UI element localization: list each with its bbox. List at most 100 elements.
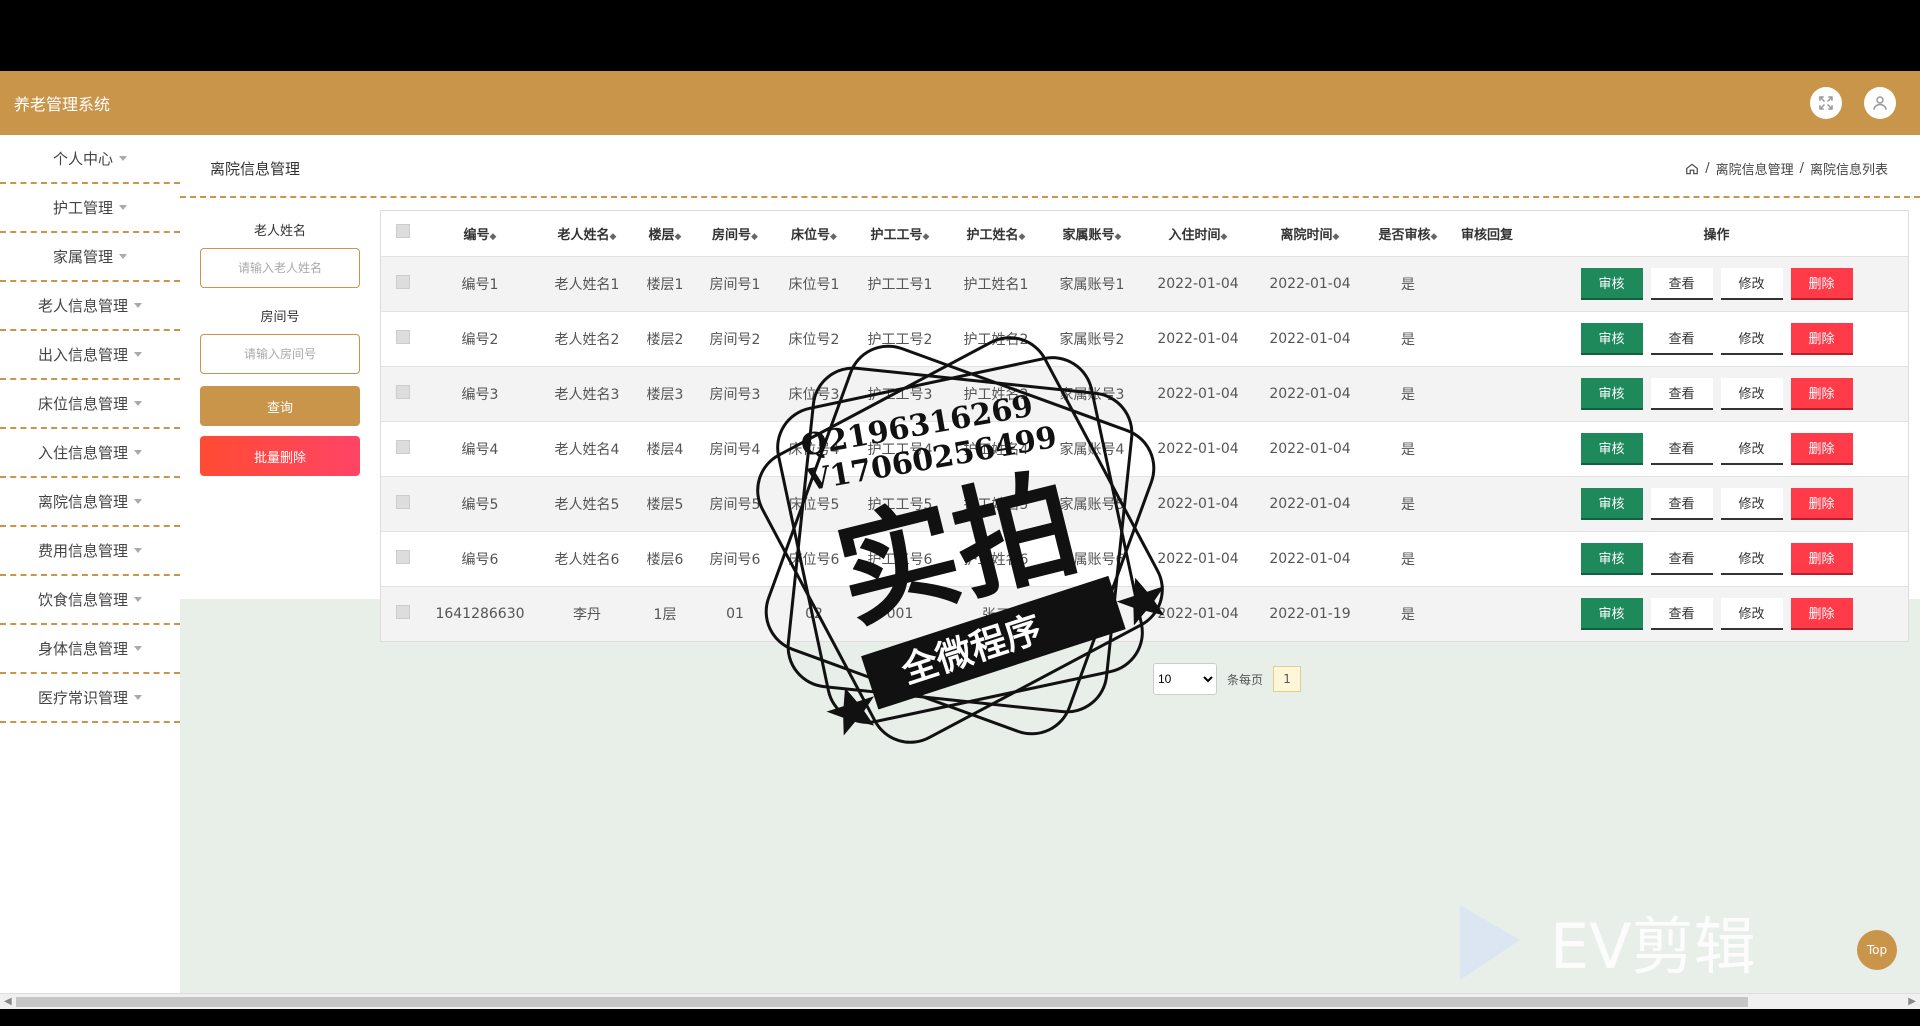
col-header[interactable]: 护工姓名◆ [951, 211, 1041, 256]
search-button[interactable]: 查询 [200, 386, 360, 426]
col-header[interactable]: 房间号◆ [691, 211, 779, 256]
edit-button[interactable]: 修改 [1720, 377, 1783, 410]
fullscreen-button[interactable] [1810, 87, 1842, 119]
view-button[interactable]: 查看 [1650, 487, 1713, 520]
delete-button[interactable]: 删除 [1790, 267, 1853, 300]
sort-icon: ◆ [1332, 231, 1340, 242]
batch-delete-button[interactable]: 批量删除 [200, 436, 360, 476]
pagination: 10 条每页 1 [1153, 663, 1302, 695]
delete-button[interactable]: 删除 [1790, 432, 1853, 465]
delete-button[interactable]: 删除 [1790, 597, 1853, 630]
app-title: 养老管理系统 [14, 95, 111, 114]
top-black-bar [0, 0, 1920, 68]
audit-button[interactable]: 审核 [1580, 432, 1643, 465]
row-checkbox[interactable] [396, 439, 410, 454]
back-to-top-button[interactable]: Top [1857, 930, 1897, 970]
room-input[interactable] [200, 334, 360, 374]
user-button[interactable] [1864, 87, 1896, 119]
scroll-left-icon[interactable]: ◀ [4, 996, 12, 1007]
table-row: 编号2 老人姓名2 楼层2 房间号2 床位号2 护工工号2 护工姓名2 家属账号2 2022-0… [381, 310, 1908, 366]
sort-icon: ◆ [489, 231, 497, 242]
col-header: 审核回复 [1449, 211, 1525, 256]
view-button[interactable]: 查看 [1650, 542, 1713, 575]
delete-button[interactable]: 删除 [1790, 322, 1853, 355]
scroll-right-icon[interactable]: ▶ [1908, 996, 1916, 1007]
caret-down-icon [134, 548, 142, 553]
page-size-select[interactable]: 10 [1153, 663, 1217, 695]
audit-button[interactable]: 审核 [1580, 322, 1643, 355]
sidebar-item-personal-center[interactable]: 个人中心 [0, 135, 180, 184]
sidebar: 个人中心 护工管理 家属管理 老人信息管理 出入信息管理 床位信息管理 入住信息… [0, 135, 180, 723]
audit-button[interactable]: 审核 [1580, 267, 1643, 300]
edit-button[interactable]: 修改 [1720, 432, 1783, 465]
table-row: 编号5 老人姓名5 楼层5 房间号5 床位号5 护工工号5 护工姓名5 家属账号5 2022-0… [381, 475, 1908, 531]
row-checkbox[interactable] [396, 274, 410, 289]
row-checkbox[interactable] [396, 604, 410, 619]
select-all-checkbox[interactable] [396, 224, 410, 239]
sort-icon: ◆ [1018, 231, 1026, 242]
edit-button[interactable]: 修改 [1720, 597, 1783, 630]
delete-button[interactable]: 删除 [1790, 542, 1853, 575]
view-button[interactable]: 查看 [1650, 432, 1713, 465]
col-header[interactable]: 编号◆ [425, 211, 535, 256]
scrollbar-thumb[interactable] [16, 997, 1748, 1007]
sidebar-item-inout-info[interactable]: 出入信息管理 [0, 331, 180, 380]
page-title: 离院信息管理 [210, 160, 301, 178]
col-header[interactable]: 护工工号◆ [849, 211, 951, 256]
sidebar-item-bed-info[interactable]: 床位信息管理 [0, 380, 180, 429]
table-row: 编号6 老人姓名6 楼层6 房间号6 床位号6 护工工号6 护工姓名6 家属账号6 2022-0… [381, 530, 1908, 586]
data-table: 编号◆ 老人姓名◆ 楼层◆ 房间号◆ 床位号◆ 护工工号◆ 护工姓名◆ 家属账号… [380, 210, 1909, 642]
row-checkbox[interactable] [396, 549, 410, 564]
col-header[interactable]: 床位号◆ [779, 211, 849, 256]
caret-down-icon [134, 695, 142, 700]
sidebar-item-elder-info[interactable]: 老人信息管理 [0, 282, 180, 331]
page-number[interactable]: 1 [1273, 666, 1302, 692]
row-checkbox[interactable] [396, 384, 410, 399]
sort-icon: ◆ [751, 231, 758, 242]
sort-icon: ◆ [609, 231, 617, 242]
col-header[interactable]: 入住时间◆ [1143, 211, 1253, 256]
home-icon[interactable] [1685, 162, 1699, 176]
edit-button[interactable]: 修改 [1720, 267, 1783, 300]
audit-button[interactable]: 审核 [1580, 377, 1643, 410]
sidebar-item-leave-info[interactable]: 离院信息管理 [0, 478, 180, 527]
horizontal-scrollbar[interactable]: ◀ ▶ [0, 993, 1920, 1009]
view-button[interactable]: 查看 [1650, 267, 1713, 300]
audit-button[interactable]: 审核 [1580, 597, 1643, 630]
view-button[interactable]: 查看 [1650, 597, 1713, 630]
table-row: 编号4 老人姓名4 楼层4 房间号4 床位号4 护工工号4 护工姓名4 家属账号4 2022-0… [381, 420, 1908, 476]
col-header[interactable]: 离院时间◆ [1253, 211, 1367, 256]
sidebar-item-diet-info[interactable]: 饮食信息管理 [0, 576, 180, 625]
breadcrumb-level1[interactable]: 离院信息管理 [1716, 159, 1794, 178]
col-header[interactable]: 老人姓名◆ [535, 211, 639, 256]
content-bottom-area [180, 599, 1920, 993]
col-header[interactable]: 家属账号◆ [1041, 211, 1143, 256]
row-checkbox[interactable] [396, 329, 410, 344]
delete-button[interactable]: 删除 [1790, 487, 1853, 520]
name-input[interactable] [200, 248, 360, 288]
sidebar-item-fee-info[interactable]: 费用信息管理 [0, 527, 180, 576]
edit-button[interactable]: 修改 [1720, 542, 1783, 575]
col-header[interactable]: 是否审核◆ [1367, 211, 1449, 256]
sort-icon: ◆ [922, 231, 930, 242]
sidebar-item-caregiver[interactable]: 护工管理 [0, 184, 180, 233]
divider [180, 196, 1920, 198]
delete-button[interactable]: 删除 [1790, 377, 1853, 410]
sidebar-item-checkin-info[interactable]: 入住信息管理 [0, 429, 180, 478]
audit-button[interactable]: 审核 [1580, 542, 1643, 575]
sidebar-item-family[interactable]: 家属管理 [0, 233, 180, 282]
caret-down-icon [119, 254, 127, 259]
edit-button[interactable]: 修改 [1720, 487, 1783, 520]
col-header[interactable]: 楼层◆ [639, 211, 691, 256]
view-button[interactable]: 查看 [1650, 322, 1713, 355]
caret-down-icon [134, 450, 142, 455]
view-button[interactable]: 查看 [1650, 377, 1713, 410]
sidebar-item-body-info[interactable]: 身体信息管理 [0, 625, 180, 674]
user-icon [1873, 96, 1887, 110]
audit-button[interactable]: 审核 [1580, 487, 1643, 520]
row-checkbox[interactable] [396, 494, 410, 509]
sidebar-item-medical-knowledge[interactable]: 医疗常识管理 [0, 674, 180, 723]
sort-icon: ◆ [830, 231, 837, 242]
caret-down-icon [134, 401, 142, 406]
edit-button[interactable]: 修改 [1720, 322, 1783, 355]
